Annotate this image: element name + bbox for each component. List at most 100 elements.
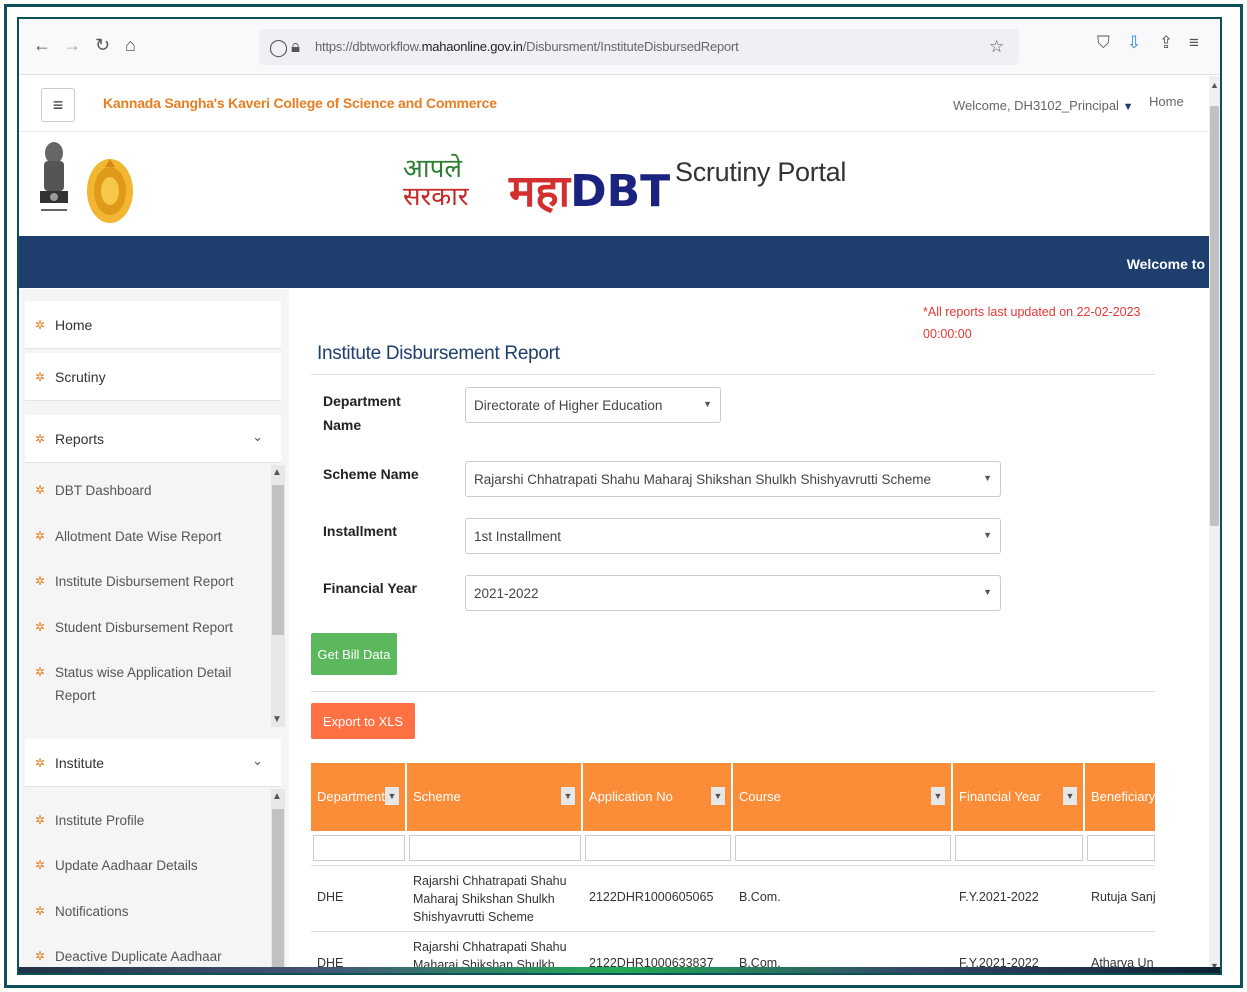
bullet-icon: ✲	[35, 318, 46, 332]
home-icon[interactable]: ⌂	[125, 35, 136, 56]
bullet-icon: ✲	[35, 858, 46, 872]
column-header-department[interactable]: Department ▼	[311, 763, 407, 831]
reload-icon[interactable]: ↻	[95, 35, 110, 56]
college-name: Kannada Sangha's Kaveri College of Scien…	[103, 95, 497, 111]
column-header-course[interactable]: Course ▼	[733, 763, 953, 831]
institute-scrollbar[interactable]: ▲	[271, 789, 285, 973]
application-filter-input[interactable]	[585, 835, 731, 861]
beneficiary-filter-input[interactable]	[1087, 835, 1155, 861]
filter-dropdown-icon[interactable]: ▼	[711, 787, 725, 805]
financial-year-filter-input[interactable]	[955, 835, 1083, 861]
column-header-beneficiary[interactable]: Beneficiary	[1085, 763, 1155, 831]
table-row[interactable]: DHE Rajarshi Chhatrapati Shahu Maharaj S…	[311, 865, 1155, 931]
department-filter-input[interactable]	[313, 835, 405, 861]
bullet-icon: ✲	[35, 813, 46, 827]
cell-department: DHE	[317, 890, 344, 904]
bullet-icon: ✲	[35, 432, 46, 446]
portal-name: Scrutiny Portal	[675, 157, 847, 187]
financial-year-select[interactable]: 2021-2022 ▼	[465, 575, 1001, 611]
financial-year-label: Financial Year	[323, 580, 417, 596]
filter-dropdown-icon[interactable]: ▼	[931, 787, 945, 805]
user-menu[interactable]: Welcome, DH3102_Principal ▼	[953, 98, 1133, 113]
installment-select[interactable]: 1st Installment ▼	[465, 518, 1001, 554]
page-scrollbar[interactable]: ▲ ▼	[1209, 76, 1220, 973]
site-header: ≡ Kannada Sangha's Kaveri College of Sci…	[19, 76, 1209, 132]
dropdown-arrow-icon: ▼	[983, 587, 992, 597]
share-icon[interactable]: ⇪	[1159, 33, 1173, 53]
scheme-select[interactable]: Rajarshi Chhatrapati Shahu Maharaj Shiks…	[465, 461, 1001, 497]
bullet-icon: ✲	[35, 483, 46, 497]
logo-band: आपले सरकार महाDBT Scrutiny Portal	[19, 133, 1209, 237]
scheme-filter-input[interactable]	[409, 835, 581, 861]
filter-dropdown-icon[interactable]: ▼	[385, 787, 399, 805]
divider	[311, 374, 1155, 375]
bullet-icon: ✲	[35, 574, 46, 588]
lock-icon: 🔒︎	[291, 37, 301, 56]
scrollbar-thumb[interactable]	[1210, 106, 1219, 526]
sidebar-item-dbt-dashboard[interactable]: ✲ DBT Dashboard	[35, 479, 245, 502]
filter-dropdown-icon[interactable]: ▼	[561, 787, 575, 805]
sidebar-item-institute-disbursement[interactable]: ✲ Institute Disbursement Report	[35, 570, 245, 593]
bullet-icon: ✲	[35, 620, 46, 634]
bullet-icon: ✲	[35, 665, 46, 679]
table-header: Department ▼ Scheme ▼ Application No ▼ Cour…	[311, 763, 1155, 831]
dropdown-arrow-icon: ▼	[983, 473, 992, 483]
mahadbt-logo: महाDBT	[509, 166, 671, 217]
dropdown-arrow-icon: ▼	[703, 399, 712, 409]
scheme-label: Scheme Name	[323, 466, 419, 482]
column-header-application-no[interactable]: Application No ▼	[583, 763, 733, 831]
bullet-icon: ✲	[35, 949, 46, 963]
cell-financial-year: F.Y.2021-2022	[959, 890, 1039, 904]
browser-window: ← → ↻ ⌂ ◯ 🔒︎ https://dbtworkflow.mahaonl…	[17, 17, 1222, 975]
address-bar[interactable]: ◯ 🔒︎ https://dbtworkflow.mahaonline.gov.…	[259, 29, 1019, 65]
department-select[interactable]: Directorate of Higher Education ▼	[465, 387, 721, 423]
sidebar-item-reports[interactable]: ✲ Reports ⌄	[25, 415, 281, 463]
sidebar-item-student-disbursement[interactable]: ✲ Student Disbursement Report	[35, 616, 245, 639]
column-header-financial-year[interactable]: Financial Year ▼	[953, 763, 1085, 831]
scrollbar-thumb[interactable]	[272, 485, 284, 635]
sidebar-item-notifications[interactable]: ✲ Notifications	[35, 900, 245, 923]
sidebar-item-status-wise-report[interactable]: ✲ Status wise Application Detail Report	[35, 661, 245, 707]
course-filter-input[interactable]	[735, 835, 951, 861]
bookmark-star-icon[interactable]: ☆	[989, 37, 1004, 57]
sidebar-item-home[interactable]: ✲ Home	[25, 301, 281, 349]
scroll-up-icon[interactable]: ▲	[1210, 80, 1219, 90]
divider	[311, 691, 1155, 692]
sidebar-item-update-aadhaar[interactable]: ✲ Update Aadhaar Details	[35, 854, 245, 877]
bullet-icon: ✲	[35, 529, 46, 543]
download-icon[interactable]: ⇩	[1127, 33, 1141, 53]
cell-scheme: Rajarshi Chhatrapati Shahu Maharaj Shiks…	[413, 874, 567, 924]
sidebar-item-institute[interactable]: ✲ Institute ⌄	[25, 739, 281, 787]
back-icon[interactable]: ←	[33, 35, 51, 56]
pocket-icon[interactable]: ⛉	[1097, 33, 1110, 53]
sidebar-item-allotment-report[interactable]: ✲ Allotment Date Wise Report	[35, 525, 245, 548]
scrollbar-thumb[interactable]	[272, 809, 284, 973]
screenshot-frame: ← → ↻ ⌂ ◯ 🔒︎ https://dbtworkflow.mahaonl…	[4, 4, 1243, 988]
column-header-scheme[interactable]: Scheme ▼	[407, 763, 583, 831]
scroll-up-icon[interactable]: ▲	[272, 467, 282, 478]
filter-dropdown-icon[interactable]: ▼	[1063, 787, 1077, 805]
department-label: Department Name	[323, 393, 401, 433]
institute-submenu: ✲ Institute Profile ✲ Update Aadhaar Detai…	[25, 789, 285, 973]
browser-menu-icon[interactable]: ≡	[1189, 33, 1199, 53]
export-xls-button[interactable]: Export to XLS	[311, 703, 415, 739]
cell-application-no: 2122DHR1000605065	[589, 890, 714, 904]
scroll-up-icon[interactable]: ▲	[272, 791, 282, 802]
home-link[interactable]: Home	[1149, 94, 1184, 109]
welcome-banner: Welcome to	[19, 236, 1209, 288]
dropdown-arrow-icon: ▼	[983, 530, 992, 540]
sidebar-item-scrutiny[interactable]: ✲ Scrutiny	[25, 353, 281, 401]
url-text[interactable]: https://dbtworkflow.mahaonline.gov.in/Di…	[315, 39, 739, 54]
sidebar-item-institute-profile[interactable]: ✲ Institute Profile	[35, 809, 245, 832]
shield-icon[interactable]: ◯	[269, 38, 288, 58]
reports-scrollbar[interactable]: ▲ ▼	[271, 465, 285, 727]
hamburger-menu-button[interactable]: ≡	[41, 88, 75, 122]
forward-icon[interactable]: →	[63, 35, 81, 56]
national-emblem-icon	[40, 142, 68, 211]
bullet-icon: ✲	[35, 904, 46, 918]
scroll-down-icon[interactable]: ▼	[272, 714, 282, 725]
chevron-down-icon: ⌄	[252, 753, 263, 768]
get-bill-data-button[interactable]: Get Bill Data	[311, 633, 397, 675]
sidebar: ✲ Home ✲ Scrutiny ✲ Reports ⌄ ✲ DBT Dashb…	[19, 289, 289, 973]
chevron-down-icon: ▼	[1122, 101, 1134, 113]
